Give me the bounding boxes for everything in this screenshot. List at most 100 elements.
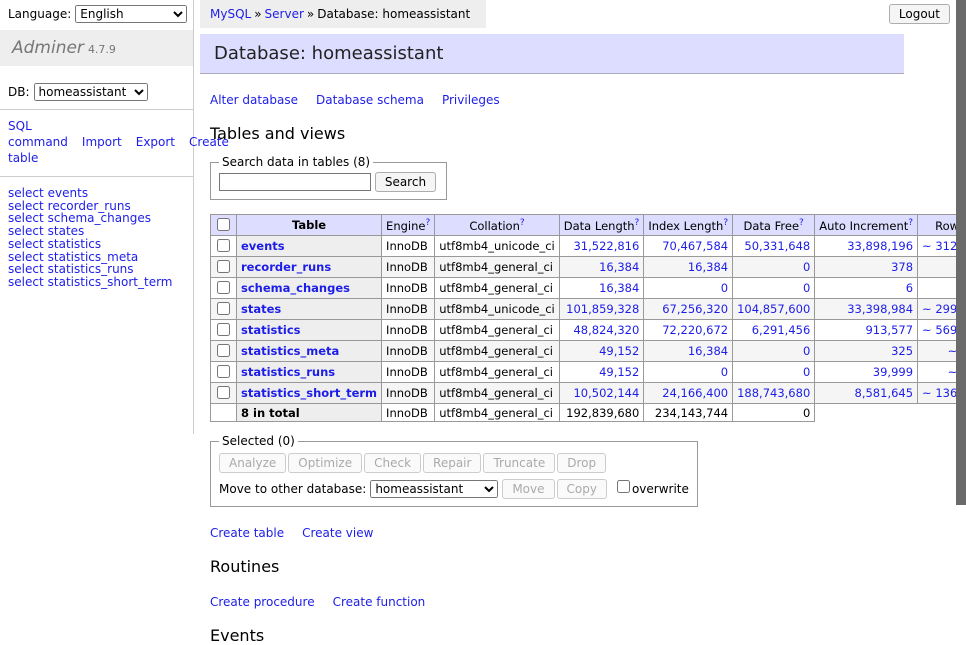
data-length-link[interactable]: 16,384 <box>599 281 639 295</box>
row-select-checkbox[interactable] <box>217 302 230 315</box>
index-length-link[interactable]: 72,220,672 <box>662 323 728 337</box>
analyze-button[interactable]: Analyze <box>219 453 286 473</box>
table-name-link[interactable]: statistics_meta <box>241 344 339 358</box>
move-button[interactable]: Move <box>502 479 554 499</box>
logout-button[interactable]: Logout <box>889 4 950 24</box>
link-create-procedure[interactable]: Create procedure <box>210 595 315 609</box>
table-name-link[interactable]: statistics <box>241 323 301 337</box>
hint-icon[interactable]: ? <box>635 218 640 228</box>
auto-increment-link[interactable]: 378 <box>891 260 913 274</box>
row-select-checkbox[interactable] <box>217 260 230 273</box>
data-free-link[interactable]: 0 <box>803 281 810 295</box>
hint-icon[interactable]: ? <box>799 218 804 228</box>
table-link[interactable]: states <box>48 224 85 238</box>
data-free-link[interactable]: 0 <box>803 260 810 274</box>
data-free-link[interactable]: 0 <box>803 344 810 358</box>
data-length-link[interactable]: 49,152 <box>599 365 639 379</box>
db-select[interactable]: homeassistant <box>34 83 148 101</box>
overwrite-checkbox[interactable] <box>617 480 630 493</box>
row-select-checkbox[interactable] <box>217 344 230 357</box>
data-length-link[interactable]: 101,859,328 <box>566 302 639 316</box>
move-db-select[interactable]: homeassistant <box>370 480 498 498</box>
language-select[interactable]: English <box>75 5 187 23</box>
scrollbar-track[interactable] <box>956 0 966 543</box>
index-length-link[interactable]: 67,256,320 <box>662 302 728 316</box>
search-legend: Search data in tables (8) <box>219 155 373 169</box>
optimize-button[interactable]: Optimize <box>288 453 362 473</box>
index-length-link[interactable]: 0 <box>721 365 728 379</box>
index-length-link[interactable]: 70,467,584 <box>662 239 728 253</box>
drop-button[interactable]: Drop <box>557 453 606 473</box>
row-select-checkbox[interactable] <box>217 323 230 336</box>
row-select-checkbox[interactable] <box>217 386 230 399</box>
breadcrumb-link[interactable]: Server <box>265 7 304 21</box>
table-link[interactable]: events <box>48 186 88 200</box>
data-free-link[interactable]: 50,331,648 <box>744 239 810 253</box>
total-label: 8 in total <box>237 404 382 422</box>
link-create-view[interactable]: Create view <box>302 526 373 540</box>
sidebar-link-sql-command[interactable]: SQL command <box>8 119 68 149</box>
table-row: schema_changesInnoDButf8mb4_general_ci16… <box>211 278 966 299</box>
hint-icon[interactable]: ? <box>425 218 430 228</box>
check-button[interactable]: Check <box>364 453 421 473</box>
index-length-link[interactable]: 24,166,400 <box>662 386 728 400</box>
copy-button[interactable]: Copy <box>557 479 607 499</box>
auto-increment-link[interactable]: 913,577 <box>865 323 913 337</box>
data-free-link[interactable]: 6,291,456 <box>752 323 811 337</box>
sidebar-link-export[interactable]: Export <box>136 135 175 149</box>
data-free-link[interactable]: 188,743,680 <box>737 386 810 400</box>
tables-header: TableEngine?Collation?Data Length?Index … <box>211 215 966 236</box>
engine-cell: InnoDB <box>382 257 435 278</box>
hint-icon[interactable]: ? <box>520 218 525 228</box>
table-name-link[interactable]: events <box>241 239 285 253</box>
auto-increment-link[interactable]: 6 <box>906 281 913 295</box>
search-button[interactable]: Search <box>375 172 436 192</box>
data-free-link[interactable]: 0 <box>803 365 810 379</box>
row-select-checkbox[interactable] <box>217 365 230 378</box>
index-length-link[interactable]: 0 <box>721 281 728 295</box>
row-select-checkbox[interactable] <box>217 281 230 294</box>
table-name-link[interactable]: statistics_runs <box>241 365 335 379</box>
table-name-link[interactable]: states <box>241 302 281 316</box>
auto-increment-link[interactable]: 33,898,196 <box>847 239 913 253</box>
data-length-link[interactable]: 16,384 <box>599 260 639 274</box>
hint-icon[interactable]: ? <box>723 218 728 228</box>
repair-button[interactable]: Repair <box>423 453 481 473</box>
breadcrumb-link[interactable]: MySQL <box>210 7 251 21</box>
table-name-link[interactable]: schema_changes <box>241 281 350 295</box>
table-link[interactable]: statistics <box>48 237 102 251</box>
select-link[interactable]: select <box>8 186 44 200</box>
index-length-link[interactable]: 16,384 <box>688 260 728 274</box>
select-link[interactable]: select <box>8 237 44 251</box>
hint-icon[interactable]: ? <box>908 218 913 228</box>
data-free-link[interactable]: 104,857,600 <box>737 302 810 316</box>
search-input[interactable] <box>219 173 371 191</box>
data-length-link[interactable]: 48,824,320 <box>573 323 639 337</box>
auto-increment-link[interactable]: 8,581,645 <box>855 386 914 400</box>
auto-increment-link[interactable]: 39,999 <box>873 365 913 379</box>
link-privileges[interactable]: Privileges <box>442 93 500 107</box>
scrollbar-thumb[interactable] <box>956 0 966 505</box>
truncate-button[interactable]: Truncate <box>483 453 555 473</box>
table-name-link[interactable]: statistics_short_term <box>241 386 377 400</box>
link-database-schema[interactable]: Database schema <box>316 93 424 107</box>
select-link[interactable]: select <box>8 275 44 289</box>
link-create-function[interactable]: Create function <box>333 595 426 609</box>
data-length-link[interactable]: 31,522,816 <box>573 239 639 253</box>
data-length-link[interactable]: 49,152 <box>599 344 639 358</box>
row-select-checkbox[interactable] <box>217 239 230 252</box>
index-length-link[interactable]: 16,384 <box>688 344 728 358</box>
select-link[interactable]: select <box>8 224 44 238</box>
table-name-link[interactable]: recorder_runs <box>241 260 331 274</box>
sidebar-link-import[interactable]: Import <box>82 135 122 149</box>
auto-increment-link[interactable]: 33,398,984 <box>847 302 913 316</box>
data-length-link[interactable]: 10,502,144 <box>573 386 639 400</box>
table-link[interactable]: statistics_short_term <box>48 275 173 289</box>
auto-increment-link[interactable]: 325 <box>891 344 913 358</box>
overwrite-option[interactable]: overwrite <box>615 482 689 496</box>
selected-legend: Selected (0) <box>219 434 298 448</box>
link-create-table[interactable]: Create table <box>210 526 284 540</box>
column-header-engine: Engine? <box>382 215 435 236</box>
link-alter-database[interactable]: Alter database <box>210 93 298 107</box>
select-all-checkbox[interactable] <box>217 218 230 231</box>
